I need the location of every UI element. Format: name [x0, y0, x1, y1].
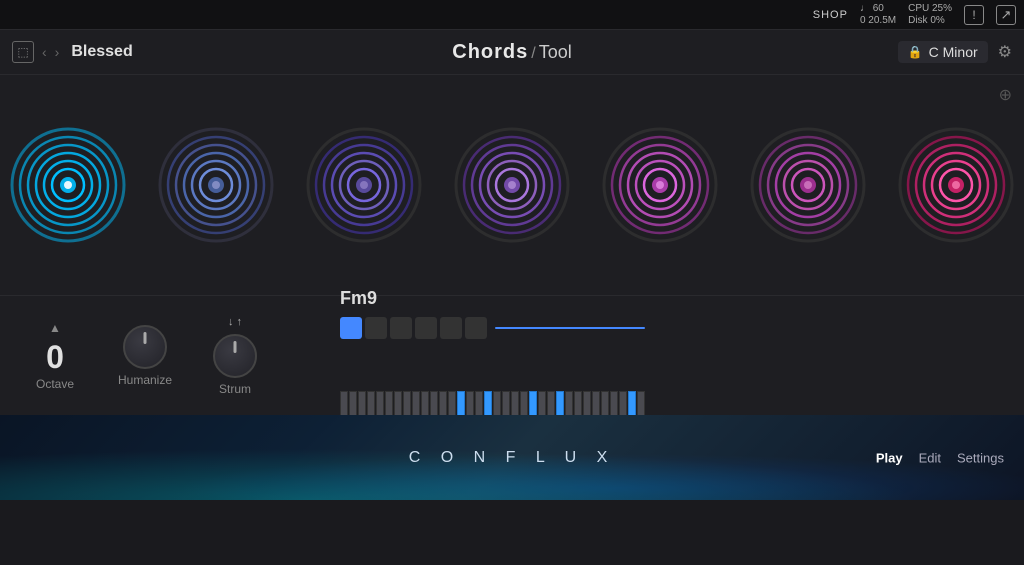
humanize-control: Humanize — [110, 325, 180, 387]
chord-selector — [340, 317, 645, 339]
back-button[interactable]: ‹ — [42, 44, 47, 60]
chord-boxes — [340, 317, 487, 339]
warning-icon[interactable]: ! — [964, 5, 984, 25]
chord-knob-7[interactable] — [896, 125, 1016, 245]
humanize-label: Humanize — [118, 373, 172, 387]
nav-play[interactable]: Play — [876, 450, 903, 465]
humanize-knob[interactable] — [123, 325, 167, 369]
strum-arrows: ↓ ↑ — [228, 316, 242, 328]
chord-box-4[interactable] — [415, 317, 437, 339]
midi-mem: 0 20.5M — [860, 15, 896, 27]
chord-box-2[interactable] — [365, 317, 387, 339]
disk-label: Disk 0% — [908, 15, 952, 27]
nav-settings[interactable]: Settings — [957, 450, 1004, 465]
bottom-nav: Play Edit Settings — [876, 450, 1004, 465]
settings-icon[interactable]: ⚙ — [998, 42, 1012, 62]
nav-center: Chords / Tool — [452, 41, 571, 64]
lock-icon: 🔒 — [908, 45, 923, 59]
nav-right: 🔒 C Minor ⚙ — [898, 41, 1012, 63]
chord-box-6[interactable] — [465, 317, 487, 339]
chord-knob-3[interactable] — [304, 125, 424, 245]
cube-icon[interactable]: ⬚ — [12, 41, 34, 63]
chord-knob-2[interactable] — [156, 125, 276, 245]
nav-bar: ⬚ ‹ › Blessed Chords / Tool 🔒 C Minor ⚙ — [0, 30, 1024, 75]
midi-notes: ♩ 60 — [860, 3, 896, 15]
chords-word: Chords — [452, 41, 528, 64]
tool-word: Tool — [539, 42, 572, 63]
octave-value: 0 — [46, 341, 64, 373]
piano-display: // This is just SVG inline content place… — [340, 347, 640, 383]
octave-control: ▲ 0 Octave — [20, 321, 90, 391]
chord-piano-area: Fm9 // This is j — [290, 283, 1004, 429]
main-area: ⊕ — [0, 75, 1024, 415]
cpu-info: CPU 25% Disk 0% — [908, 3, 952, 27]
chord-knob-6[interactable] — [748, 125, 868, 245]
chord-knob-4[interactable] — [452, 125, 572, 245]
bottom-area: C O N F L U X Play Edit Settings — [0, 415, 1024, 500]
forward-button[interactable]: › — [55, 44, 60, 60]
conflux-logo: C O N F L U X — [409, 449, 616, 467]
cpu-label: CPU 25% — [908, 3, 952, 15]
position-icon[interactable]: ⊕ — [999, 85, 1012, 105]
chord-box-5[interactable] — [440, 317, 462, 339]
knobs-area: ⊕ — [0, 75, 1024, 295]
shop-label[interactable]: SHOP — [813, 9, 848, 21]
chord-knob-1[interactable] — [8, 125, 128, 245]
preset-title: Blessed — [71, 43, 132, 61]
chord-box-3[interactable] — [390, 317, 412, 339]
strum-control: ↓ ↑ Strum — [200, 316, 270, 396]
strum-knob[interactable] — [213, 334, 257, 378]
piano-svg: // This is just SVG inline content place… — [340, 347, 640, 387]
app-title: Chords / Tool — [452, 41, 571, 64]
key-label: C Minor — [929, 44, 978, 60]
cursor-icon[interactable]: ↗ — [996, 5, 1016, 25]
controls-area: ▲ 0 Octave Humanize ↓ ↑ Strum Fm9 — [0, 295, 1024, 415]
chord-knob-5[interactable] — [600, 125, 720, 245]
nav-edit[interactable]: Edit — [919, 450, 941, 465]
octave-label: Octave — [36, 377, 74, 391]
chord-line — [495, 327, 645, 329]
top-bar: SHOP ♩ 60 0 20.5M CPU 25% Disk 0% ! ↗ — [0, 0, 1024, 30]
midi-info: ♩ 60 0 20.5M — [860, 3, 896, 27]
key-badge[interactable]: 🔒 C Minor — [898, 41, 988, 63]
strum-label: Strum — [219, 382, 251, 396]
chord-box-1[interactable] — [340, 317, 362, 339]
